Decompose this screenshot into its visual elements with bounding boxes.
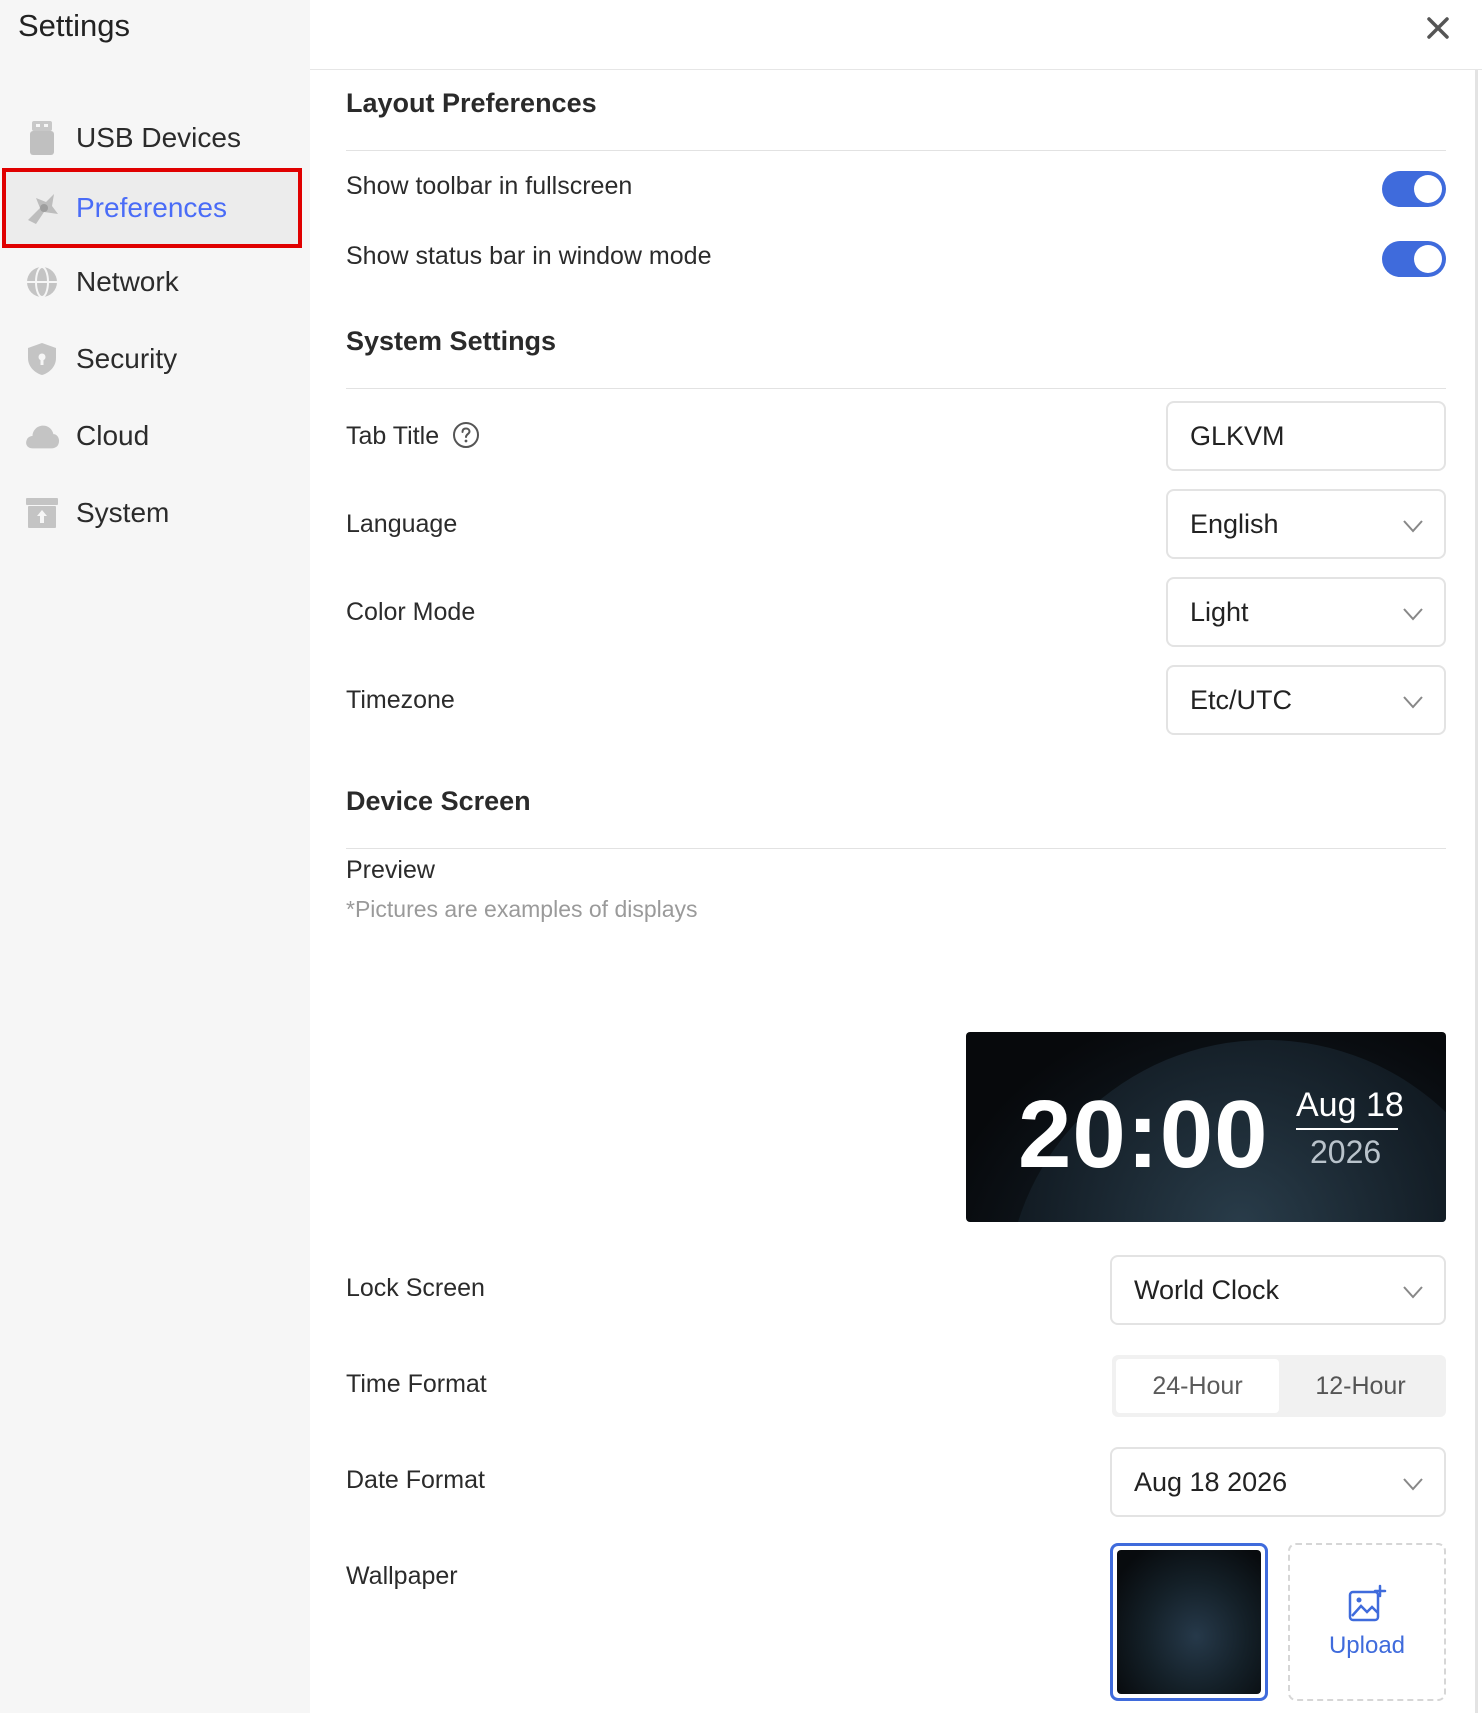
globe-icon [24, 264, 60, 300]
preview-hint: *Pictures are examples of displays [346, 896, 698, 922]
time-format-12-hour[interactable]: 12-Hour [1279, 1359, 1442, 1413]
tab-title-input[interactable] [1166, 401, 1446, 471]
wallpaper-image [1117, 1550, 1261, 1694]
wallpaper-label: Wallpaper [346, 1562, 458, 1590]
preview-time: 20:00 [1018, 1081, 1269, 1188]
color-mode-select[interactable]: Light [1166, 577, 1446, 647]
time-format-24-hour[interactable]: 24-Hour [1116, 1359, 1279, 1413]
timezone-value: Etc/UTC [1190, 684, 1293, 715]
timezone-select[interactable]: Etc/UTC [1166, 665, 1446, 735]
chevron-down-icon [1403, 1286, 1423, 1299]
date-format-value: Aug 18 2026 [1134, 1466, 1288, 1497]
sidebar-item-label: Security [76, 343, 178, 374]
color-mode-label: Color Mode [346, 598, 476, 626]
section-title-system-settings: System Settings [346, 326, 557, 356]
chevron-down-icon [1403, 696, 1423, 709]
tab-title-label: Tab Title [346, 422, 480, 451]
preview-date-underline [1296, 1128, 1398, 1130]
wallpaper-thumbnail[interactable] [1110, 1543, 1268, 1701]
status-bar-window-toggle[interactable] [1382, 241, 1446, 277]
upload-label: Upload [1328, 1632, 1406, 1659]
toggle-knob [1414, 175, 1442, 203]
help-icon[interactable] [452, 421, 480, 449]
shield-icon [24, 341, 60, 377]
lock-screen-preview: 20:00 Aug 18 2026 [966, 1032, 1446, 1222]
date-format-select[interactable]: Aug 18 2026 [1110, 1447, 1446, 1517]
sidebar-item-network[interactable]: Network [4, 244, 300, 320]
wallpaper-upload-button[interactable]: Upload [1288, 1543, 1446, 1701]
system-icon [24, 495, 60, 531]
sidebar-item-label: System [76, 497, 170, 528]
sidebar-item-usb-devices[interactable]: USB Devices [4, 100, 300, 176]
top-bar [310, 0, 1482, 70]
section-divider [346, 150, 1446, 151]
close-button[interactable] [1416, 6, 1460, 50]
main-panel: Layout Preferences Show toolbar in fulls… [310, 0, 1482, 1713]
time-format-label: Time Format [346, 1370, 487, 1398]
language-value: English [1190, 508, 1279, 539]
cloud-icon [24, 418, 60, 454]
preferences-icon [24, 190, 60, 226]
preview-label: Preview [346, 856, 435, 884]
chevron-down-icon [1403, 608, 1423, 621]
color-mode-value: Light [1190, 596, 1249, 627]
lock-screen-label: Lock Screen [346, 1274, 485, 1302]
language-select[interactable]: English [1166, 489, 1446, 559]
language-label: Language [346, 510, 458, 538]
image-upload-icon [1348, 1584, 1387, 1622]
sidebar-item-label: Network [76, 266, 179, 297]
timezone-label: Timezone [346, 686, 455, 714]
section-title-layout-preferences: Layout Preferences [346, 88, 597, 118]
lock-screen-select[interactable]: World Clock [1110, 1255, 1446, 1325]
close-icon [1427, 17, 1449, 39]
toolbar-fullscreen-label: Show toolbar in fullscreen [346, 172, 633, 200]
sidebar-item-label: Preferences [76, 192, 227, 223]
sidebar: Settings USB Devices Preferences Network… [0, 0, 310, 1713]
usb-icon [24, 120, 60, 156]
chevron-down-icon [1403, 520, 1423, 533]
preview-date: Aug 18 [1296, 1086, 1404, 1124]
sidebar-item-label: Cloud [76, 420, 150, 451]
sidebar-item-label: USB Devices [76, 122, 241, 153]
sidebar-item-cloud[interactable]: Cloud [4, 398, 300, 474]
toggle-knob [1414, 245, 1442, 273]
section-divider [346, 848, 1446, 849]
app-title: Settings [18, 8, 131, 43]
tab-title-field[interactable] [1190, 420, 1444, 452]
status-bar-window-label: Show status bar in window mode [346, 242, 712, 270]
toolbar-fullscreen-toggle[interactable] [1382, 171, 1446, 207]
section-divider [346, 388, 1446, 389]
sidebar-item-system[interactable]: System [4, 475, 300, 551]
time-format-segmented: 24-Hour 12-Hour [1112, 1355, 1446, 1417]
preview-year: 2026 [1310, 1134, 1382, 1170]
sidebar-item-security[interactable]: Security [4, 321, 300, 397]
sidebar-item-preferences[interactable]: Preferences [2, 168, 302, 248]
section-title-device-screen: Device Screen [346, 786, 531, 816]
date-format-label: Date Format [346, 1466, 485, 1494]
scrollbar[interactable] [1475, 70, 1478, 1713]
lock-screen-value: World Clock [1134, 1274, 1280, 1305]
tab-title-text: Tab Title [346, 422, 440, 450]
chevron-down-icon [1403, 1478, 1423, 1491]
